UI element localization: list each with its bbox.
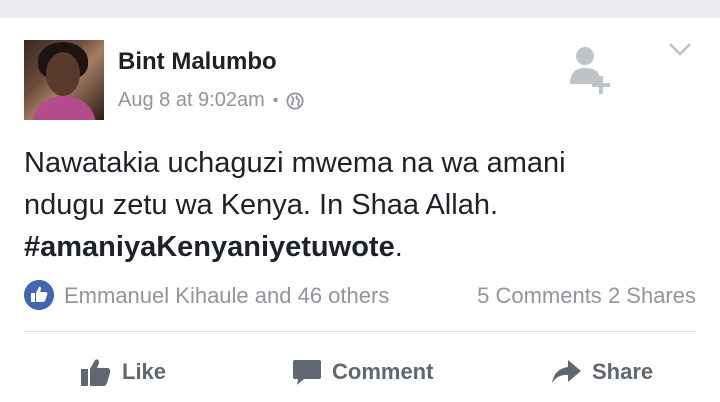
hashtag-suffix: . — [394, 231, 403, 263]
likers-text[interactable]: Emmanuel Kihaule and 46 others — [64, 283, 389, 309]
reactions-row: Emmanuel Kihaule and 46 others 5 Comment… — [24, 280, 696, 310]
meta-separator: • — [272, 91, 279, 109]
comments-count[interactable]: 5 Comments — [477, 283, 602, 308]
chevron-down-icon[interactable] — [666, 40, 694, 58]
post-timestamp[interactable]: Aug 8 at 9:02am — [118, 89, 265, 112]
counts: 5 Comments 2 Shares — [477, 283, 696, 309]
globe-icon[interactable] — [286, 91, 304, 110]
post-text-line-2: ndugu zetu wa Kenya. In Shaa Allah. — [24, 189, 499, 221]
share-icon — [552, 360, 581, 383]
share-label: Share — [592, 359, 654, 384]
comment-label: Comment — [332, 359, 434, 384]
avatar-shirt — [32, 96, 96, 120]
like-reaction-icon[interactable] — [24, 280, 54, 310]
like-label: Like — [122, 359, 167, 384]
avatar-face — [46, 52, 80, 96]
thumbs-up-icon — [81, 359, 111, 386]
add-friend-icon[interactable] — [568, 42, 616, 96]
author-name[interactable]: Bint Malumbo — [118, 48, 277, 76]
post-meta: Aug 8 at 9:02am • — [118, 89, 304, 112]
post-text-line-3: #amaniyaKenyaniyetuwote. — [24, 226, 704, 268]
hashtag-link[interactable]: #amaniyaKenyaniyetuwote — [24, 231, 395, 263]
share-button[interactable]: Share — [550, 356, 653, 388]
avatar[interactable] — [24, 40, 104, 120]
top-strip — [0, 0, 720, 18]
post-text: Nawatakia uchaguzi mwema na wa amani ndu… — [24, 142, 704, 268]
post-text-line-1: Nawatakia uchaguzi mwema na wa amani — [24, 147, 566, 179]
comment-icon — [293, 360, 321, 385]
comment-button[interactable]: Comment — [292, 356, 433, 388]
shares-count[interactable]: 2 Shares — [608, 283, 696, 308]
divider — [24, 331, 696, 332]
like-button[interactable]: Like — [80, 356, 166, 388]
